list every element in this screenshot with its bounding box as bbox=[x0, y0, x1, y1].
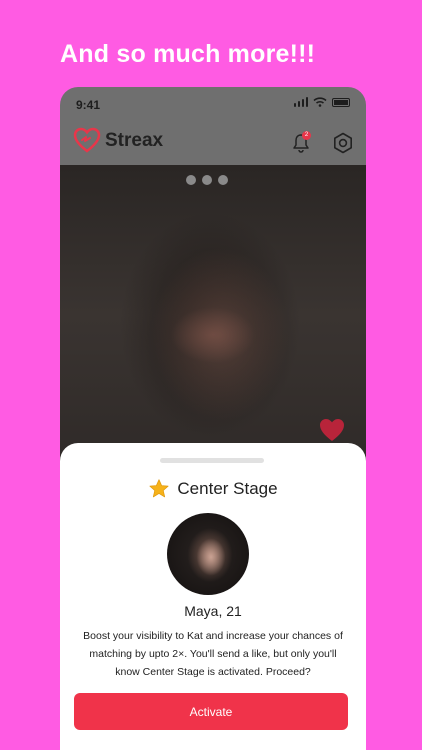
sheet-title: Center Stage bbox=[177, 479, 278, 498]
signal-icon bbox=[293, 97, 308, 107]
profile-name: Maya, 21 bbox=[184, 603, 242, 619]
carousel-dot[interactable] bbox=[218, 175, 228, 185]
status-time: 9:41 bbox=[76, 98, 101, 112]
gear-icon[interactable] bbox=[332, 132, 354, 154]
wifi-icon bbox=[313, 97, 327, 107]
avatar bbox=[167, 513, 249, 595]
headline: And so much more!!! bbox=[60, 40, 316, 68]
app-name: Streax bbox=[105, 130, 164, 151]
sheet-grabber[interactable] bbox=[160, 458, 264, 463]
carousel-dot[interactable] bbox=[186, 175, 196, 185]
status-bar: 9:41 bbox=[60, 87, 366, 121]
sheet-description: Boost your visibility to Kat and increas… bbox=[83, 630, 343, 678]
star-icon bbox=[149, 479, 169, 498]
center-stage-sheet: Center Stage Maya, 21 Boost your visibil… bbox=[60, 443, 366, 750]
app-bar: Streax 2 bbox=[60, 121, 366, 165]
notification-badge: 2 bbox=[302, 131, 311, 140]
profile-photo[interactable] bbox=[60, 165, 366, 465]
heart-logo-icon bbox=[73, 127, 101, 153]
carousel-dot[interactable] bbox=[202, 175, 212, 185]
carousel-dots bbox=[186, 175, 228, 185]
battery-icon bbox=[332, 97, 350, 107]
activate-button[interactable]: Activate bbox=[74, 693, 348, 730]
heart-icon[interactable] bbox=[318, 417, 346, 443]
